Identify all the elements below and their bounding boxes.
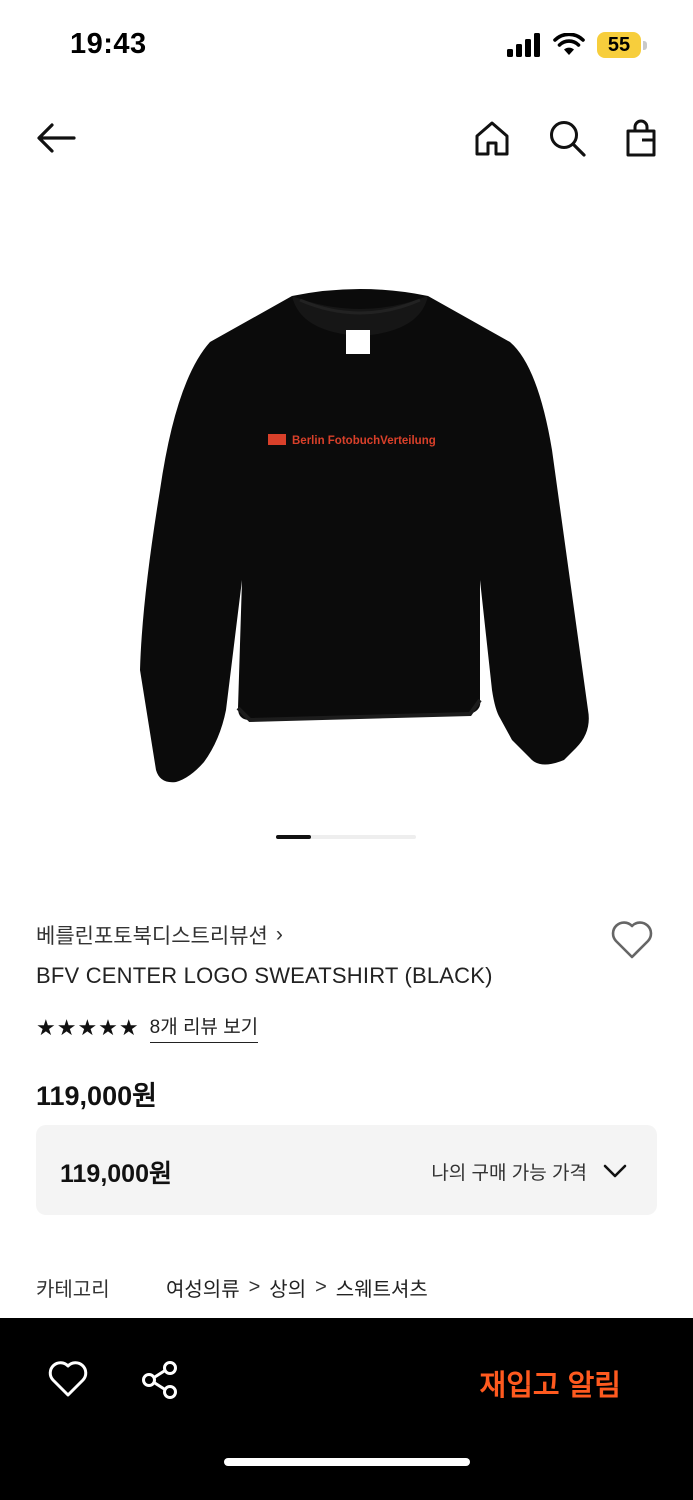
my-price-amount: 119,000원 (60, 1160, 172, 1188)
category-row: 카테고리 여성의류 > 상의 > 스웨트셔츠 (36, 1273, 428, 1302)
category-crumb-2[interactable]: 상의 (269, 1273, 306, 1302)
back-arrow-icon (37, 123, 76, 153)
signal-icon (507, 33, 540, 57)
heart-outline-icon (611, 921, 653, 959)
category-separator: > (248, 1276, 261, 1298)
carousel-active-segment (276, 835, 311, 839)
status-time: 19:43 (70, 28, 147, 60)
category-crumb-1[interactable]: 여성의류 (166, 1273, 240, 1302)
my-price-label: 나의 구매 가능 가격 (431, 1163, 587, 1184)
print-logo-text: Berlin FotobuchVerteilung (292, 435, 436, 447)
top-nav (0, 108, 693, 166)
battery-cap (643, 40, 647, 50)
back-button[interactable] (34, 116, 78, 160)
brand-link[interactable]: 베를린포토북디스트리뷰션 › (36, 920, 283, 950)
product-price: 119,000원 (36, 1081, 157, 1111)
bottom-wishlist-button[interactable] (46, 1358, 90, 1402)
category-separator: > (315, 1276, 327, 1298)
my-price-dropdown[interactable]: 119,000원 나의 구매 가능 가격 (36, 1125, 657, 1215)
rating-row: ★★★★★ 8개 리뷰 보기 (36, 1012, 259, 1043)
search-icon (550, 121, 586, 157)
print-logo-mark (268, 434, 286, 445)
brand-name: 베를린포토북디스트리뷰션 (36, 925, 268, 948)
status-bar: 19:43 55 (0, 0, 693, 90)
shopping-bag-button[interactable] (619, 116, 663, 160)
product-image[interactable]: Berlin FotobuchVerteilung (120, 270, 600, 810)
share-icon (142, 1361, 177, 1399)
wishlist-button[interactable] (609, 918, 655, 962)
status-icons: 55 (507, 32, 647, 58)
bottom-action-bar: 재입고 알림 (0, 1318, 693, 1500)
carousel-indicator (276, 835, 416, 839)
review-link[interactable]: 8개 리뷰 보기 (149, 1012, 259, 1043)
chevron-down-icon (603, 1164, 627, 1178)
category-crumb-3[interactable]: 스웨트셔츠 (336, 1273, 428, 1302)
product-name: BFV CENTER LOGO SWEATSHIRT (BLACK) (36, 963, 493, 988)
chevron-right-icon: › (275, 923, 283, 946)
search-button[interactable] (545, 116, 589, 160)
restock-alert-button[interactable]: 재입고 알림 (480, 1362, 621, 1404)
heart-icon (48, 1361, 88, 1397)
battery-icon: 55 (597, 32, 647, 58)
sweatshirt-image: Berlin FotobuchVerteilung (140, 289, 589, 783)
share-button[interactable] (138, 1358, 182, 1402)
shopping-bag-icon (626, 119, 656, 157)
home-indicator (224, 1458, 470, 1466)
battery-level: 55 (597, 32, 641, 58)
category-label: 카테고리 (36, 1279, 110, 1301)
home-icon (475, 121, 509, 156)
wifi-icon (553, 33, 585, 55)
rating-stars: ★★★★★ (36, 1014, 140, 1040)
home-button[interactable] (470, 116, 514, 160)
